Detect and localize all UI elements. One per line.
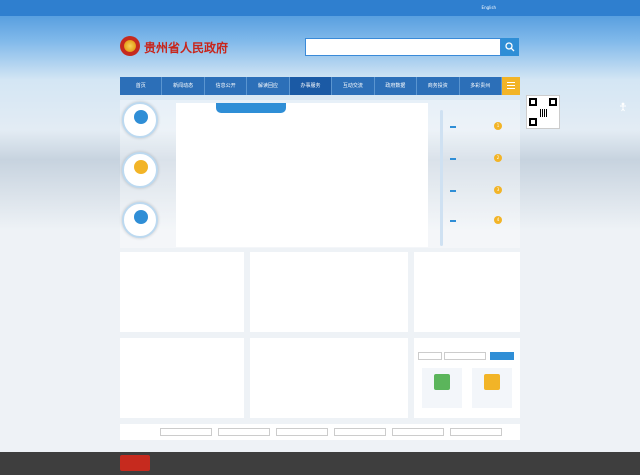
evaluate-icon bbox=[484, 374, 500, 390]
query-card[interactable] bbox=[422, 368, 462, 408]
convenience-panel bbox=[120, 338, 244, 418]
menu-icon bbox=[506, 82, 515, 83]
links-select[interactable] bbox=[334, 428, 386, 436]
english-link[interactable]: English bbox=[482, 5, 496, 10]
panel-tabs bbox=[418, 254, 430, 262]
services-main: 1 2 3 4 bbox=[120, 100, 520, 248]
links-select[interactable] bbox=[218, 428, 270, 436]
qr-finder bbox=[529, 118, 537, 126]
search-input[interactable] bbox=[305, 38, 501, 56]
step-title bbox=[450, 190, 456, 192]
nav-services[interactable]: 办事服务 bbox=[289, 77, 333, 95]
links-select[interactable] bbox=[392, 428, 444, 436]
nav-interaction[interactable]: 互动交流 bbox=[332, 77, 375, 95]
query-card[interactable] bbox=[472, 368, 512, 408]
document-icon bbox=[434, 374, 450, 390]
query-button[interactable] bbox=[490, 352, 514, 360]
nav-interpret[interactable]: 解读回应 bbox=[247, 77, 290, 95]
links-select[interactable] bbox=[450, 428, 502, 436]
quick-search[interactable] bbox=[122, 102, 158, 138]
step-item[interactable]: 4 bbox=[450, 216, 518, 244]
step-title bbox=[450, 158, 456, 160]
top-right-links: English bbox=[476, 5, 520, 10]
qr-pattern bbox=[540, 109, 548, 117]
department-panel bbox=[176, 103, 428, 247]
top-bar: English bbox=[0, 0, 640, 16]
search-box bbox=[305, 38, 519, 56]
step-item[interactable]: 3 bbox=[450, 186, 518, 214]
quick-guide[interactable] bbox=[122, 152, 158, 188]
quick-inquiry[interactable] bbox=[122, 202, 158, 238]
nav-guizhou[interactable]: 多彩贵州 bbox=[459, 77, 502, 95]
panel-tabs bbox=[254, 254, 272, 262]
qr-code bbox=[526, 95, 560, 129]
links-select[interactable] bbox=[276, 428, 328, 436]
search-icon bbox=[134, 210, 148, 224]
steps-line bbox=[440, 110, 443, 246]
step-number: 4 bbox=[494, 216, 502, 224]
quick-circles bbox=[120, 100, 174, 248]
step-title bbox=[450, 220, 456, 222]
nav-news[interactable]: 新闻动态 bbox=[162, 77, 205, 95]
site-logo[interactable]: 贵州省人民政府 bbox=[120, 36, 240, 58]
nav-home[interactable]: 首页 bbox=[120, 77, 163, 95]
top-left-links bbox=[118, 5, 130, 10]
search-icon bbox=[505, 42, 515, 52]
service-left-panel bbox=[120, 252, 244, 332]
gov-badge-icon[interactable] bbox=[120, 455, 150, 471]
hot-search bbox=[305, 60, 519, 68]
query-panel bbox=[414, 338, 520, 418]
compass-icon bbox=[134, 160, 148, 174]
accessibility-icon bbox=[620, 102, 626, 112]
step-number: 3 bbox=[494, 186, 502, 194]
national-emblem-icon bbox=[120, 36, 140, 56]
main-nav: 首页 新闻动态 信息公开 解读回应 办事服务 互动交流 政府数据 商务投资 多彩… bbox=[120, 77, 520, 95]
department-grid bbox=[182, 121, 426, 241]
menu-button[interactable] bbox=[501, 77, 520, 95]
related-links-bar bbox=[120, 424, 520, 440]
site-title: 贵州省人民政府 bbox=[144, 41, 229, 55]
footer bbox=[0, 452, 640, 475]
step-number: 2 bbox=[494, 154, 502, 162]
department-tab[interactable] bbox=[216, 103, 286, 113]
step-item[interactable]: 1 bbox=[450, 122, 518, 150]
service-mid-panel bbox=[250, 252, 408, 332]
search-button[interactable] bbox=[501, 38, 519, 56]
nav-data[interactable]: 政府数据 bbox=[374, 77, 418, 95]
public-notice-panel bbox=[250, 338, 408, 418]
search-icon bbox=[134, 110, 148, 124]
step-item[interactable]: 2 bbox=[450, 154, 518, 182]
service-right-panel bbox=[414, 252, 520, 332]
accessibility-link[interactable] bbox=[612, 102, 634, 126]
query-input[interactable] bbox=[444, 352, 486, 360]
step-title bbox=[450, 126, 456, 128]
step-number: 1 bbox=[494, 122, 502, 130]
links-select[interactable] bbox=[160, 428, 212, 436]
qr-finder bbox=[529, 98, 537, 106]
query-label bbox=[418, 352, 442, 360]
qr-finder bbox=[549, 98, 557, 106]
panel-tabs bbox=[124, 254, 142, 262]
nav-business[interactable]: 商务投资 bbox=[417, 77, 460, 95]
nav-info[interactable]: 信息公开 bbox=[204, 77, 248, 95]
service-steps: 1 2 3 4 bbox=[432, 110, 518, 246]
